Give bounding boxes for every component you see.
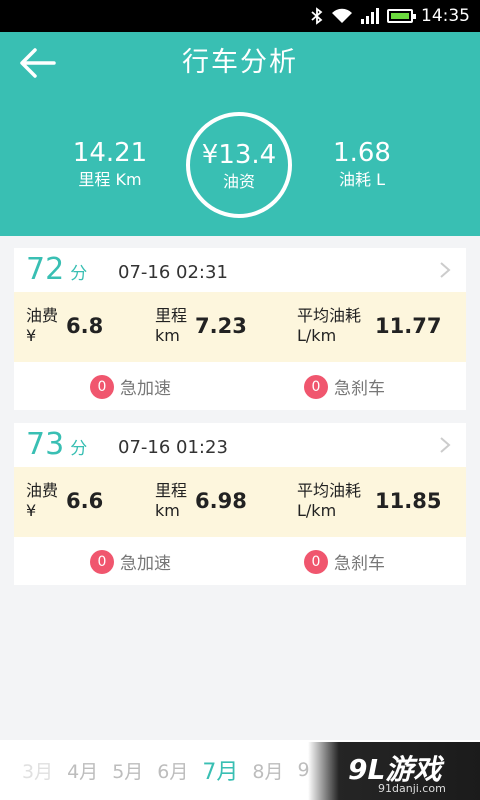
total-fuel-label: 油耗 L	[338, 170, 385, 189]
hard-acceleration-label: 急加速	[120, 379, 171, 399]
total-distance-label: 里程 Km	[78, 170, 142, 189]
trip-mileage: 里程 km 7.23	[155, 306, 247, 346]
watermark-url: 91danji.com	[378, 782, 446, 795]
trip-events: 0 急加速 0 急刹车	[14, 537, 466, 585]
trip-card[interactable]: 72 分 07-16 02:31 油费 ¥ 6.8 里程 km 7.23 平均油耗 L/…	[14, 248, 466, 410]
status-time: 14:35	[421, 6, 470, 26]
month-item[interactable]: 3月	[22, 757, 53, 784]
trip-avg-consumption: 平均油耗 L/km 11.85	[297, 481, 441, 521]
month-item[interactable]: 5月	[112, 757, 143, 784]
hard-acceleration-label: 急加速	[120, 554, 171, 574]
trip-summary: 14.21 里程 Km ¥13.4 油资 1.68 油耗 L	[0, 94, 480, 236]
trip-fuel-cost-unit: ¥	[26, 501, 37, 520]
trip-mileage-unit: km	[155, 501, 180, 520]
trip-fuel-cost-unit: ¥	[26, 326, 37, 345]
trip-avg-consumption: 平均油耗 L/km 11.77	[297, 306, 441, 346]
fuel-cost-circle: ¥13.4 油资	[186, 112, 292, 218]
hard-acceleration: 0 急加速	[90, 549, 171, 574]
hard-acceleration-count: 0	[90, 374, 114, 399]
trip-score: 72 分	[26, 252, 87, 287]
trip-card[interactable]: 73 分 07-16 01:23 油费 ¥ 6.6 里程 km 6.98 平均油耗 L/…	[14, 423, 466, 585]
page-title: 行车分析	[182, 47, 298, 78]
total-distance-value: 14.21	[72, 138, 148, 168]
trip-time: 07-16 01:23	[118, 437, 228, 458]
trip-fuel-cost-value: 6.6	[66, 489, 104, 513]
trip-card-header: 73 分 07-16 01:23	[14, 423, 466, 467]
hard-braking-label: 急刹车	[334, 379, 385, 399]
watermark: 9L游戏 91danji.com	[308, 742, 480, 800]
wifi-icon	[331, 8, 353, 24]
battery-icon	[387, 9, 416, 23]
fuel-cost-label: 油资	[222, 172, 255, 191]
trip-avg-value: 11.85	[375, 489, 442, 513]
trip-score-unit: 分	[70, 439, 88, 459]
hard-acceleration: 0 急加速	[90, 374, 171, 399]
month-item[interactable]: 8月	[252, 757, 283, 784]
trip-avg-label: 平均油耗	[297, 481, 362, 500]
trip-events: 0 急加速 0 急刹车	[14, 362, 466, 410]
month-item[interactable]: 4月	[67, 757, 98, 784]
trip-mileage-value: 6.98	[195, 489, 247, 513]
trip-score-unit: 分	[70, 264, 88, 284]
total-fuel: 1.68 油耗 L	[312, 138, 412, 192]
chevron-right-icon[interactable]	[438, 262, 452, 278]
trip-avg-unit: L/km	[297, 326, 337, 345]
trip-mileage-unit: km	[155, 326, 180, 345]
hard-braking-label: 急刹车	[334, 554, 385, 574]
app-header: 行车分析	[0, 32, 480, 94]
hard-braking-count: 0	[304, 549, 328, 574]
trip-fuel-cost: 油费 ¥ 6.6	[26, 481, 103, 521]
bluetooth-icon	[311, 7, 323, 25]
trip-avg-label: 平均油耗	[297, 306, 362, 325]
hard-braking: 0 急刹车	[304, 549, 385, 574]
trip-score-value: 73	[26, 427, 65, 462]
hard-acceleration-count: 0	[90, 549, 114, 574]
trip-avg-value: 11.77	[375, 314, 442, 338]
trip-fuel-cost-value: 6.8	[66, 314, 104, 338]
trip-metrics: 油费 ¥ 6.6 里程 km 6.98 平均油耗 L/km 11.85	[14, 467, 466, 537]
trip-mileage-label: 里程	[155, 306, 188, 325]
total-fuel-value: 1.68	[333, 138, 391, 168]
signal-icon	[361, 8, 379, 24]
trip-fuel-cost: 油费 ¥ 6.8	[26, 306, 103, 346]
trip-mileage: 里程 km 6.98	[155, 481, 247, 521]
status-bar: 14:35	[0, 0, 480, 32]
trip-card-header: 72 分 07-16 02:31	[14, 248, 466, 292]
trip-score: 73 分	[26, 427, 87, 462]
month-item[interactable]: 6月	[157, 757, 188, 784]
fuel-cost-value: ¥13.4	[201, 140, 277, 170]
trip-fuel-cost-label: 油费	[26, 481, 59, 500]
trip-mileage-label: 里程	[155, 481, 188, 500]
trip-avg-unit: L/km	[297, 501, 337, 520]
hard-braking: 0 急刹车	[304, 374, 385, 399]
trip-mileage-value: 7.23	[195, 314, 247, 338]
trip-score-value: 72	[26, 252, 65, 287]
trip-time: 07-16 02:31	[118, 262, 228, 283]
trip-fuel-cost-label: 油费	[26, 306, 59, 325]
month-item-active[interactable]: 7月	[202, 754, 238, 786]
chevron-right-icon[interactable]	[438, 437, 452, 453]
hard-braking-count: 0	[304, 374, 328, 399]
trip-metrics: 油费 ¥ 6.8 里程 km 7.23 平均油耗 L/km 11.77	[14, 292, 466, 362]
total-distance: 14.21 里程 Km	[55, 138, 165, 192]
battery-level	[391, 13, 409, 19]
